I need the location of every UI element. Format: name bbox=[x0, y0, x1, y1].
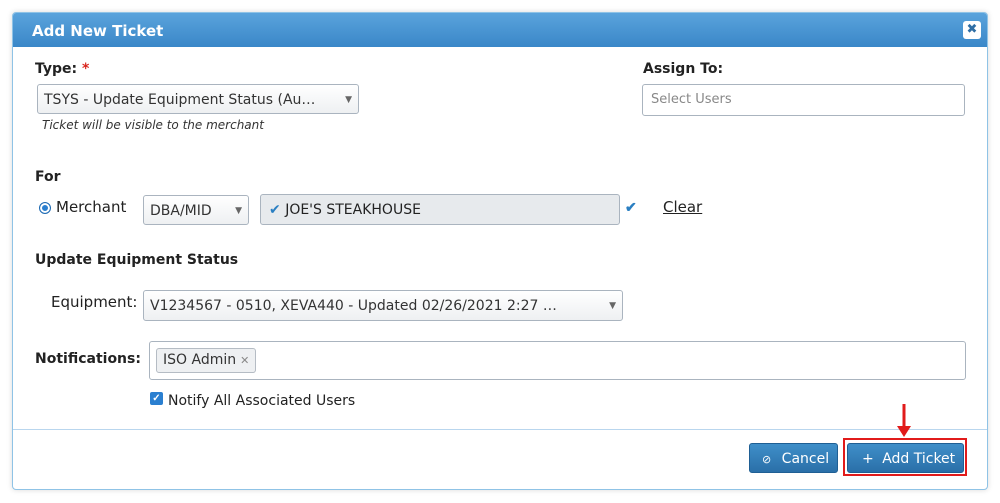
check-icon: ✔ bbox=[269, 202, 281, 218]
notification-tag: ISO Admin ✕ bbox=[156, 348, 257, 373]
chevron-down-icon: ▼ bbox=[609, 301, 616, 311]
type-select-value: TSYS - Update Equipment Status (Au… bbox=[44, 92, 316, 108]
close-icon[interactable]: ✖ bbox=[963, 21, 981, 39]
cancel-icon: ⊘ bbox=[762, 453, 772, 466]
type-label: Type: bbox=[35, 61, 78, 77]
red-arrow-icon bbox=[897, 404, 911, 437]
notify-all-label: Notify All Associated Users bbox=[168, 393, 356, 409]
type-label-wrap: Type: * bbox=[35, 61, 89, 77]
equipment-select[interactable]: V1234567 - 0510, XEVA440 - Updated 02/26… bbox=[143, 290, 623, 321]
dialog-title: Add New Ticket bbox=[32, 22, 164, 40]
merchant-value: JOE'S STEAKHOUSE bbox=[285, 202, 421, 218]
cancel-button[interactable]: ⊘ Cancel bbox=[749, 443, 838, 473]
notifications-input[interactable] bbox=[149, 341, 966, 380]
footer-divider bbox=[13, 429, 987, 430]
assign-users-input[interactable]: Select Users bbox=[642, 84, 965, 116]
lookup-type-value: DBA/MID bbox=[150, 203, 212, 219]
chevron-down-icon: ▼ bbox=[345, 95, 352, 105]
merchant-radio[interactable] bbox=[39, 202, 51, 214]
verified-check-icon: ✔ bbox=[625, 199, 637, 215]
merchant-field[interactable]: ✔ JOE'S STEAKHOUSE bbox=[260, 194, 620, 225]
equipment-select-value: V1234567 - 0510, XEVA440 - Updated 02/26… bbox=[150, 298, 557, 314]
equipment-label: Equipment: bbox=[51, 293, 138, 311]
type-visibility-hint: Ticket will be visible to the merchant bbox=[42, 118, 264, 132]
assign-users-placeholder: Select Users bbox=[651, 92, 732, 107]
notify-all-checkbox[interactable]: ✓ bbox=[150, 392, 163, 405]
dialog-titlebar: Add New Ticket ✖ bbox=[13, 13, 987, 47]
equipment-section-heading: Update Equipment Status bbox=[35, 252, 239, 268]
required-mark: * bbox=[82, 61, 90, 77]
chevron-down-icon: ▼ bbox=[235, 206, 242, 216]
highlight-box bbox=[843, 438, 967, 476]
clear-link[interactable]: Clear bbox=[663, 198, 702, 216]
lookup-type-select[interactable]: DBA/MID ▼ bbox=[143, 195, 249, 225]
notification-tag-label: ISO Admin bbox=[163, 352, 237, 368]
for-label: For bbox=[35, 169, 61, 185]
cancel-button-label: Cancel bbox=[781, 451, 830, 467]
type-select[interactable]: TSYS - Update Equipment Status (Au… ▼ bbox=[37, 84, 359, 114]
remove-tag-icon[interactable]: ✕ bbox=[240, 354, 249, 367]
merchant-radio-label: Merchant bbox=[56, 198, 127, 216]
assign-to-label: Assign To: bbox=[643, 61, 724, 77]
add-ticket-dialog: Add New Ticket ✖ Type: * TSYS - Update E… bbox=[12, 12, 988, 490]
notifications-label: Notifications: bbox=[35, 351, 141, 367]
